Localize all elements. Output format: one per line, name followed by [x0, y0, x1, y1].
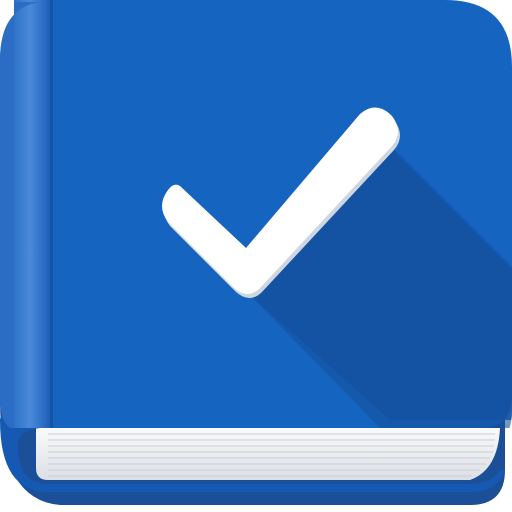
book-pages [36, 428, 500, 480]
app-icon [0, 0, 512, 505]
book-spine [0, 0, 60, 428]
